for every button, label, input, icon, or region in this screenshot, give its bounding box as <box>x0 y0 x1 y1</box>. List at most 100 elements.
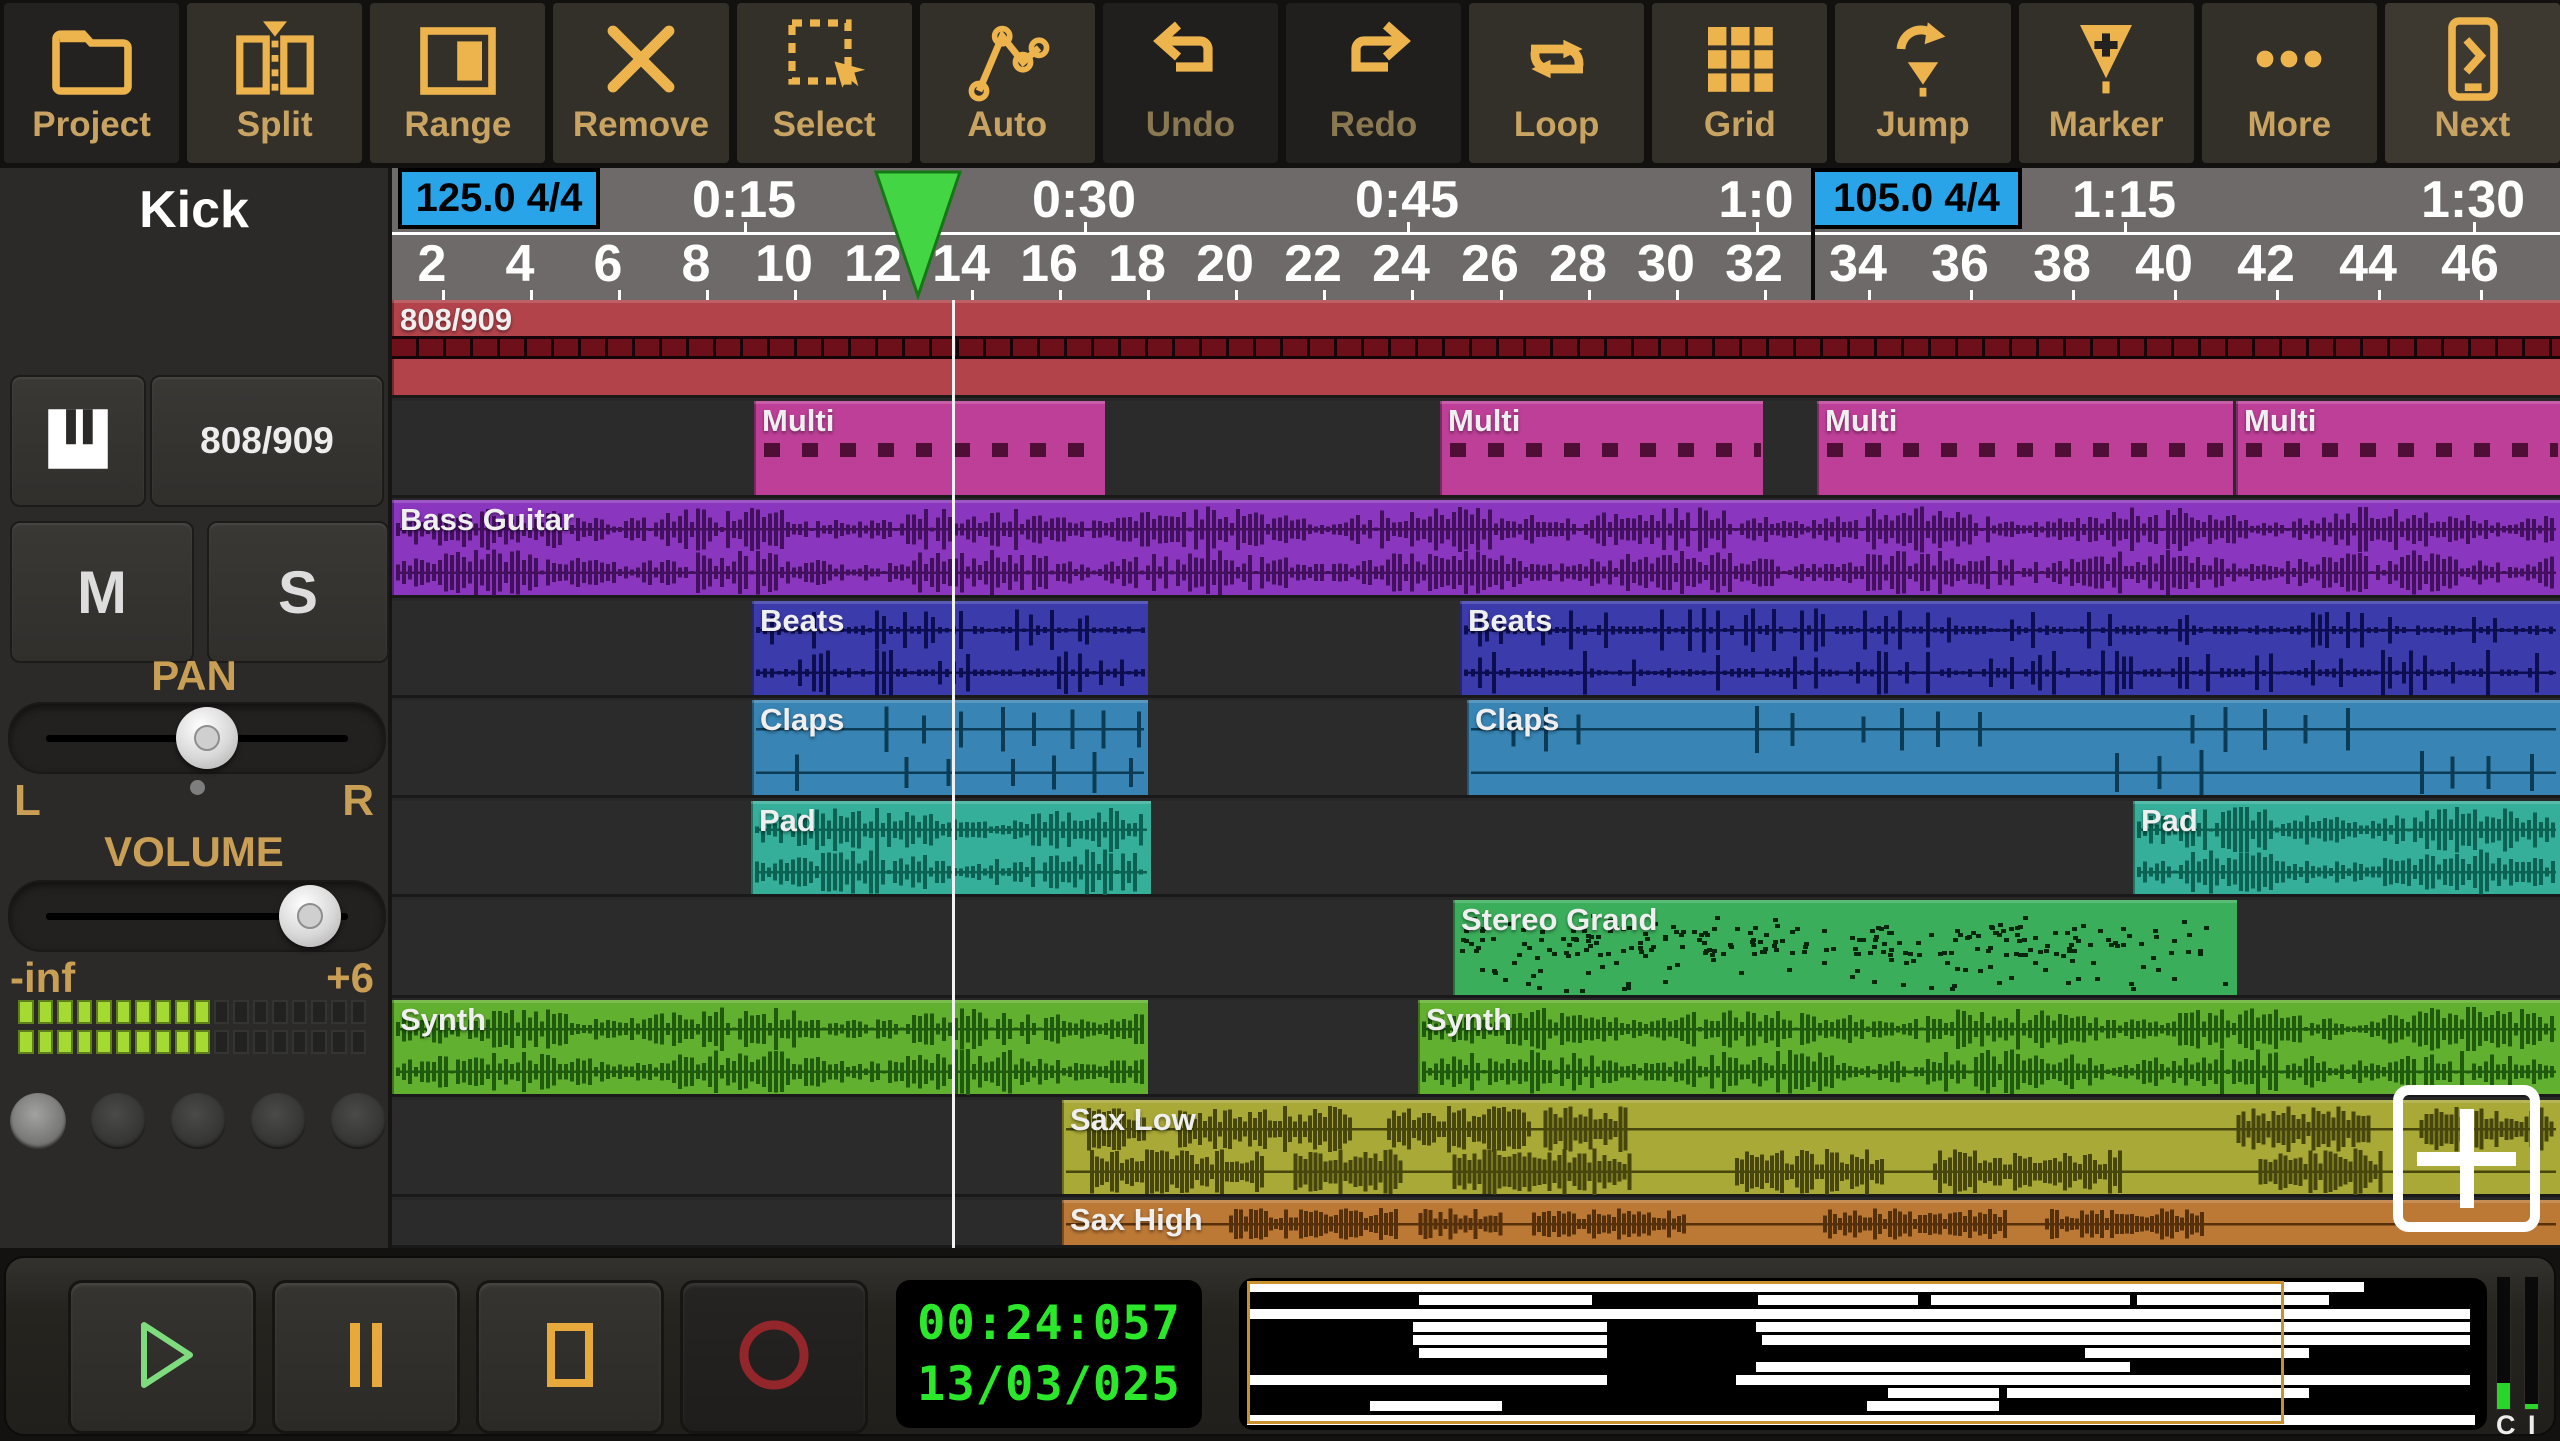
beat-label: 24 <box>1372 235 1430 293</box>
volume-slider-knob[interactable] <box>279 885 341 947</box>
meter-segment <box>350 1000 367 1024</box>
beat-label: 38 <box>2033 235 2091 293</box>
meter-segment <box>213 1000 230 1024</box>
track-name: Kick <box>139 181 249 239</box>
clip-sax-low[interactable]: Sax Low <box>1062 1100 2560 1195</box>
meter-segment <box>194 1030 210 1054</box>
grid-button[interactable]: Grid <box>1652 3 1828 163</box>
clip-beats[interactable]: Beats <box>1460 601 2560 696</box>
marker-button[interactable]: Marker <box>2018 3 2194 163</box>
track-row[interactable]: Multi Multi Multi Multi <box>392 401 2560 498</box>
channel-knob-3[interactable] <box>170 1093 226 1149</box>
meter-segment <box>154 1030 171 1054</box>
auto-button[interactable]: Auto <box>919 3 1095 163</box>
next-icon <box>2424 11 2520 107</box>
clip-multi[interactable]: Multi <box>754 401 1105 495</box>
beat-label: 40 <box>2135 235 2193 293</box>
marker-icon <box>2058 11 2154 107</box>
track-row[interactable]: Sax High <box>392 1200 2560 1248</box>
playhead-triangle[interactable] <box>874 170 964 300</box>
midi-dash-band <box>2246 443 2558 457</box>
clip-multi[interactable]: Multi <box>1440 401 1763 495</box>
clip-multi[interactable]: Multi <box>1817 401 2233 495</box>
channel-knob-5[interactable] <box>330 1093 386 1149</box>
track-row[interactable]: Stereo Grand <box>392 900 2560 998</box>
meter-segment <box>194 1000 210 1024</box>
solo-button[interactable]: S <box>207 521 389 663</box>
range-button[interactable]: Range <box>370 3 546 163</box>
record-button[interactable] <box>680 1280 868 1434</box>
channel-knob-1[interactable] <box>10 1093 66 1149</box>
track-row[interactable]: Synth Synth <box>392 1000 2560 1097</box>
clip-beats[interactable]: Beats <box>752 601 1148 696</box>
more-button[interactable]: More <box>2201 3 2377 163</box>
clip-808-909[interactable]: 808/909 <box>392 300 2560 395</box>
meter-segment <box>174 1030 191 1054</box>
remove-icon <box>593 11 689 107</box>
beat-tick <box>1323 290 1326 300</box>
beat-tick <box>1235 290 1238 300</box>
clip-pad[interactable]: Pad <box>751 801 1151 895</box>
split-button[interactable]: Split <box>187 3 363 163</box>
instrument-button[interactable] <box>10 375 146 507</box>
channel-knob-2[interactable] <box>90 1093 146 1149</box>
mute-button[interactable]: M <box>10 521 194 663</box>
select-icon <box>776 11 872 107</box>
minimap-viewport[interactable] <box>1247 1281 2284 1424</box>
channel-knob-4[interactable] <box>250 1093 306 1149</box>
pause-button[interactable] <box>272 1280 460 1434</box>
clip-synth[interactable]: Synth <box>392 1000 1148 1095</box>
clip-label: Multi <box>2244 403 2317 438</box>
add-track-button[interactable] <box>2393 1085 2540 1232</box>
time-tick <box>1756 222 1759 232</box>
track-row[interactable]: Beats Beats <box>392 601 2560 698</box>
track-row[interactable]: 808/909 <box>392 300 2560 398</box>
pan-slider-knob[interactable] <box>176 707 238 769</box>
volume-slider[interactable] <box>8 880 386 952</box>
tempo-signature-badge[interactable]: 125.0 4/4 <box>398 168 600 229</box>
meter-segment <box>331 1030 347 1054</box>
jump-button[interactable]: Jump <box>1835 3 2011 163</box>
stop-button[interactable] <box>476 1280 664 1434</box>
track-row[interactable]: Claps Claps <box>392 700 2560 798</box>
clip-sax-high[interactable]: Sax High <box>1062 1200 2560 1245</box>
project-button[interactable]: Project <box>4 3 180 163</box>
beat-tick <box>2174 290 2177 300</box>
meter-segment <box>291 1030 308 1054</box>
clip-claps[interactable]: Claps <box>1467 700 2560 795</box>
clip-multi[interactable]: Multi <box>2236 401 2560 495</box>
beat-label: 28 <box>1549 235 1607 293</box>
clip-bass-guitar[interactable]: Bass Guitar <box>392 500 2560 596</box>
track-row[interactable]: Sax Low <box>392 1100 2560 1197</box>
clip-stereo-grand[interactable]: Stereo Grand <box>1453 900 2237 995</box>
beat-label: 32 <box>1725 235 1783 293</box>
meter-segment <box>233 1030 249 1054</box>
arrangement-minimap[interactable] <box>1239 1278 2487 1430</box>
toolbar-button-label: Undo <box>1145 105 1236 144</box>
toolbar-button-label: Jump <box>1876 105 1970 144</box>
time-label: 1:30 <box>2420 171 2526 229</box>
play-button[interactable] <box>68 1280 256 1434</box>
loop-button[interactable]: Loop <box>1469 3 1645 163</box>
remove-button[interactable]: Remove <box>553 3 729 163</box>
play-icon <box>110 1303 214 1412</box>
arrangement-area[interactable]: 808/909 Multi Multi Multi Multi Bass Guitar Be… <box>392 300 2560 1248</box>
track-row[interactable]: Pad Pad <box>392 801 2560 897</box>
toolbar-button-label: Range <box>404 105 512 144</box>
timeline-ruler[interactable]: 0:15 0:30 0:45 1:0 1:15 1:30 2 4 6 8 10 12 14 16 18 20 2… <box>392 168 2560 300</box>
clip-pad[interactable]: Pad <box>2133 801 2560 895</box>
instrument-name-button[interactable]: 808/909 <box>150 375 384 507</box>
beat-label: 2 <box>417 235 447 293</box>
toolbar-button-label: Project <box>32 105 151 144</box>
redo-button[interactable]: Redo <box>1285 3 1462 163</box>
next-button[interactable]: Next <box>2384 3 2560 163</box>
clip-claps[interactable]: Claps <box>752 700 1148 795</box>
track-row[interactable]: Bass Guitar <box>392 500 2560 598</box>
meter-segment <box>233 1000 249 1024</box>
pan-slider[interactable] <box>8 702 386 774</box>
undo-button[interactable]: Undo <box>1102 3 1278 163</box>
tempo-signature-badge[interactable]: 105.0 4/4 <box>1811 168 2022 229</box>
clip-synth[interactable]: Synth <box>1418 1000 2560 1094</box>
select-button[interactable]: Select <box>736 3 912 163</box>
beat-label: 22 <box>1284 235 1342 293</box>
